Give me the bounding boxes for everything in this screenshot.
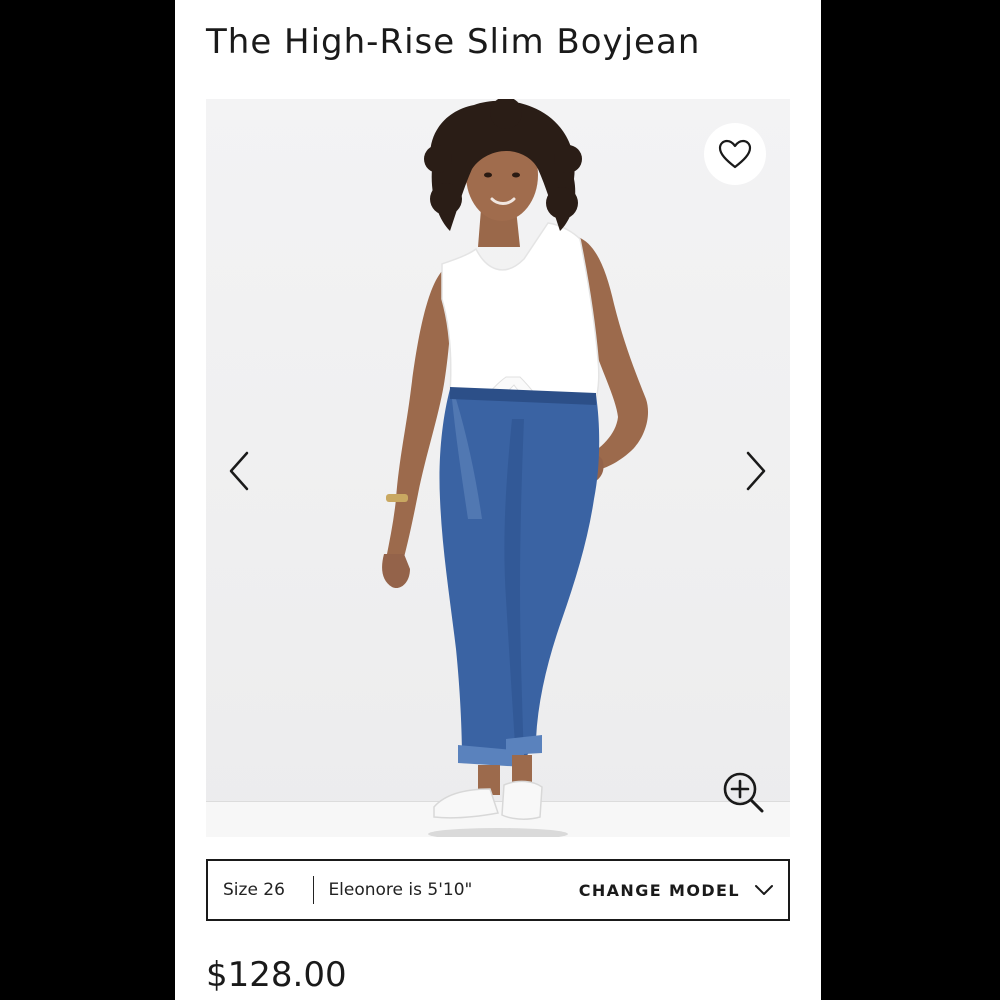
product-image-gallery[interactable] — [206, 99, 790, 837]
product-photo — [382, 99, 649, 837]
previous-image-button[interactable] — [219, 447, 259, 495]
product-title: The High-Rise Slim Boyjean — [206, 22, 701, 62]
favorite-button[interactable] — [704, 123, 766, 185]
change-model-button[interactable]: CHANGE MODEL — [579, 881, 774, 900]
change-model-label: CHANGE MODEL — [578, 880, 740, 900]
product-price: $128.00 — [206, 955, 347, 995]
chevron-right-icon — [746, 451, 766, 491]
zoom-in-icon[interactable] — [720, 769, 766, 815]
heart-outline-icon — [718, 139, 752, 169]
chevron-down-icon — [755, 885, 773, 895]
model-info-bar: Size 26 Eleonore is 5'10" CHANGE MODEL — [206, 859, 790, 921]
chevron-left-icon — [229, 451, 249, 491]
model-size-label: Size 26 — [223, 880, 285, 900]
model-info-divider — [312, 876, 315, 904]
product-screen: The High-Rise Slim Boyjean Size 26 Eleon… — [175, 0, 821, 1000]
next-image-button[interactable] — [736, 447, 776, 495]
model-height-label: Eleonore is 5'10" — [328, 880, 473, 900]
